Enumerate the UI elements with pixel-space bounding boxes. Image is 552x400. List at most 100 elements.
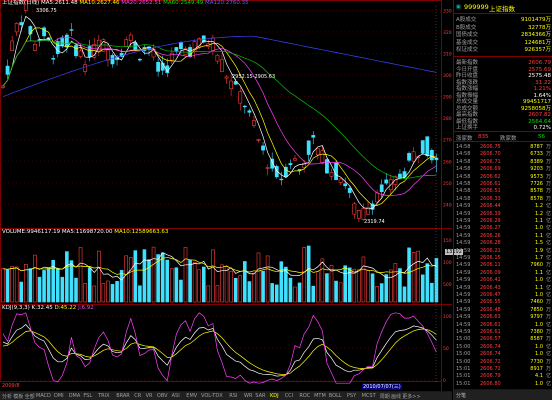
- indicator-tab[interactable]: 更多>>: [402, 393, 420, 400]
- indicator-tab[interactable]: 全部: [25, 393, 35, 400]
- tick-row: 14:59 2606.61 1.0 亿: [456, 322, 551, 328]
- tick-time: 14:59: [456, 329, 471, 335]
- tick-unit: 亿: [545, 225, 551, 232]
- tick-time: 14:59: [456, 284, 471, 291]
- ma10-line: [2, 27, 437, 206]
- volume-bar: [110, 284, 115, 303]
- indicator-tab[interactable]: 周期: [380, 393, 390, 400]
- tick-row: 15:00 2606.72 7730 万: [456, 359, 551, 365]
- volume-bar: [33, 254, 37, 303]
- tick-price: 2606.61: [480, 181, 501, 187]
- indicator-tab[interactable]: MTM: [314, 393, 326, 399]
- candle-body: [361, 208, 366, 220]
- tick-time: 14:58: [456, 158, 471, 165]
- tick-volume: 4.1: [535, 373, 543, 380]
- quote-row: 昨日收盘 2575.48: [456, 73, 551, 79]
- tick-price: 2606.51: [480, 188, 501, 195]
- tick-row: 15:00 2606.74 1.0 亿: [456, 351, 551, 357]
- tick-time: 15:00: [456, 336, 471, 343]
- indicator-tab[interactable]: BRAR: [116, 393, 130, 399]
- tick-unit: 亿: [545, 255, 551, 261]
- indicator-tab[interactable]: OBV: [157, 393, 168, 399]
- volume-bar: [274, 284, 279, 303]
- side-tab-bar: 分笔: [454, 389, 552, 400]
- stats-label: B股成交: [456, 24, 477, 31]
- indicator-tab[interactable]: VR: [146, 393, 153, 399]
- indicator-tab[interactable]: DMI: [54, 393, 64, 399]
- tick-price: 2606.41: [480, 277, 501, 284]
- indicator-tab[interactable]: VOL-TDX: [201, 393, 223, 399]
- indicator-tab[interactable]: TRIX: [98, 393, 109, 399]
- indicator-tab[interactable]: DMA: [69, 393, 81, 399]
- indicator-tab[interactable]: CR: [134, 393, 141, 399]
- tick-price: 2606.39: [480, 210, 501, 217]
- tab-ticks[interactable]: 分笔: [456, 392, 466, 399]
- volume-bar: [1, 268, 5, 303]
- tick-volume: 9797: [530, 314, 543, 321]
- tick-unit: 亿: [545, 269, 551, 276]
- price-tick-label: 2600: [443, 159, 452, 165]
- tick-unit: 亿: [545, 210, 551, 217]
- indicator-tab[interactable]: ASI: [172, 393, 180, 399]
- indicator-tab[interactable]: ROC: [299, 393, 310, 399]
- candle-body: [306, 140, 311, 155]
- candle-body: [356, 210, 361, 219]
- tick-price: 2606.70: [480, 151, 501, 158]
- kdj-k: K:32.45: [31, 305, 53, 311]
- tick-row: 14:59 2606.11 7960 万: [456, 262, 551, 268]
- tick-price: 2606.80: [480, 380, 501, 387]
- candle-body: [411, 151, 416, 162]
- tick-time: 14:59: [456, 262, 471, 269]
- volume-bar: [357, 269, 361, 303]
- tick-volume: 1.0: [535, 292, 543, 298]
- tick-time: 14:59: [456, 306, 471, 313]
- volume-bar: [206, 285, 211, 303]
- tick-row: 14:58 2606.61 7726 万: [456, 181, 551, 187]
- price-tick-label: 2500: [443, 181, 452, 187]
- volume-title: VOLUME:9946117.19: [2, 229, 61, 235]
- indicator-tab[interactable]: 画线: [391, 393, 401, 400]
- indicator-tab[interactable]: WR: [244, 393, 252, 399]
- tick-time: 14:59: [456, 218, 471, 224]
- indicator-tab[interactable]: 模板: [13, 393, 23, 400]
- tick-time: 15:00: [456, 351, 471, 358]
- tick-list[interactable]: 14:58 2606.75 8787 万 14:58 2606.70 6733 万 14:58 2…: [454, 143, 552, 388]
- indicator-tab[interactable]: FSL: [83, 393, 92, 399]
- candle-body: [78, 50, 83, 57]
- candle-body: [215, 54, 220, 62]
- tick-unit: 万: [545, 151, 551, 158]
- candle-body: [315, 148, 320, 156]
- indicator-tab[interactable]: SAR: [255, 393, 265, 399]
- quote-box: 最新指数 2606.79 今日开盘 2575.69 昨日收盘 2575.48 指数涨跌 31.…: [454, 58, 552, 132]
- tick-row: 14:58 2606.75 8787 万: [456, 144, 551, 150]
- tick-unit: 亿: [545, 292, 551, 298]
- indicator-tab[interactable]: KDJ: [270, 393, 279, 399]
- cursor-date-label: 2010/07/07(三): [362, 383, 402, 390]
- candle-body: [224, 76, 229, 79]
- candle-body: [5, 65, 10, 75]
- volume-bar: [192, 261, 197, 303]
- tick-price: 2606.15: [480, 255, 501, 261]
- volume-bar: [389, 269, 393, 303]
- tick-price: 2606.47: [480, 292, 501, 298]
- chart-area[interactable]: 3300 3200 3100 3000 2900 2800 2700 2600 2500 2400…: [0, 0, 463, 400]
- tick-row: 14:59 2606.27 1.0 亿: [456, 225, 551, 231]
- tick-time: 14:59: [456, 225, 471, 232]
- tick-price: 2606.61: [480, 321, 501, 328]
- indicator-tab[interactable]: PSY: [347, 393, 356, 399]
- tick-time: 14:58: [456, 166, 471, 173]
- tick-volume: 8587: [530, 336, 543, 343]
- volume-bar: [14, 266, 19, 303]
- indicator-tab[interactable]: MACD: [36, 393, 51, 399]
- tick-row: 14:58 2606.51 8578 万: [456, 188, 551, 194]
- candle-body: [343, 183, 348, 187]
- volume-bar: [78, 247, 83, 303]
- indicator-tab[interactable]: BOLL: [329, 393, 342, 399]
- indicator-tab[interactable]: MCST: [362, 393, 376, 399]
- indicator-tab[interactable]: EMV: [186, 393, 197, 399]
- volume-bar: [420, 274, 425, 303]
- indicator-tab[interactable]: 分析: [2, 393, 12, 400]
- indicator-tab[interactable]: RSI: [229, 393, 237, 399]
- kline-chart[interactable]: 3300 3200 3100 3000 2900 2800 2700 2600 2500 2400…: [0, 0, 452, 391]
- indicator-tab[interactable]: CCI: [285, 393, 293, 399]
